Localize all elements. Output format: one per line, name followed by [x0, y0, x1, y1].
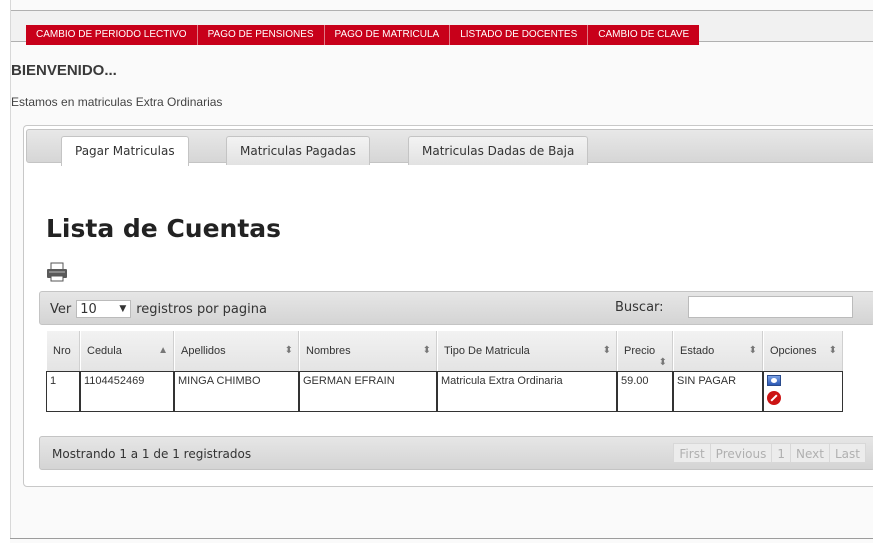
column-header-nombres[interactable]: Nombres ⬍ [299, 331, 437, 371]
tab-pagar-matriculas[interactable]: Pagar Matriculas [61, 136, 189, 166]
sort-both-icon: ⬍ [422, 345, 431, 356]
pager-first-button[interactable]: First [673, 443, 711, 463]
cell-nombres: GERMAN EFRAIN [299, 371, 437, 412]
column-header-apellidos[interactable]: Apellidos ⬍ [174, 331, 299, 371]
bottom-divider [10, 538, 873, 543]
page-length-control: Ver 10 ▼ registros por pagina [50, 300, 267, 318]
cell-tipo: Matricula Extra Ordinaria [437, 371, 617, 412]
table-toolbar: Ver 10 ▼ registros por pagina Buscar: [39, 291, 873, 325]
page-heading: Lista de Cuentas [46, 214, 282, 243]
cell-opciones [763, 371, 843, 412]
cell-estado: SIN PAGAR [673, 371, 763, 412]
column-header-tipo[interactable]: Tipo De Matricula ⬍ [437, 331, 617, 371]
pager-previous-button[interactable]: Previous [709, 443, 773, 463]
search-label: Buscar: [615, 300, 664, 315]
sort-ascending-icon: ▲ [158, 345, 168, 356]
pager-next-button[interactable]: Next [790, 443, 830, 463]
page-length-value: 10 [80, 301, 97, 317]
sort-both-icon: ⬍ [828, 345, 837, 356]
column-header-precio[interactable]: Precio ⬍ [617, 331, 673, 371]
view-icon[interactable] [767, 375, 781, 386]
printer-icon[interactable] [46, 261, 68, 283]
welcome-title: BIENVENIDO... [11, 62, 117, 79]
cell-cedula: 1104452469 [80, 371, 174, 412]
accounts-table: Nro Cedula ▲ Apellidos ⬍ Nombres ⬍ Tipo De … [46, 331, 843, 412]
cell-nro: 1 [46, 371, 80, 412]
sort-both-icon: ⬍ [748, 345, 757, 356]
column-header-opciones[interactable]: Opciones ⬍ [763, 331, 843, 371]
menu-item-cambio-clave[interactable]: CAMBIO DE CLAVE [588, 25, 699, 45]
pager-last-button[interactable]: Last [829, 443, 866, 463]
table-header-row: Nro Cedula ▲ Apellidos ⬍ Nombres ⬍ Tipo De … [46, 331, 843, 371]
sort-both-icon: ⬍ [284, 345, 293, 356]
length-prefix-label: Ver [50, 301, 72, 317]
tab-bar: Pagar Matriculas Matriculas Pagadas Matr… [26, 129, 873, 166]
chevron-down-icon: ▼ [119, 304, 127, 314]
table-row: 1 1104452469 MINGA CHIMBO GERMAN EFRAIN … [46, 371, 843, 412]
welcome-subtitle: Estamos en matriculas Extra Ordinarias [11, 95, 223, 109]
cell-precio: 59.00 [617, 371, 673, 412]
sort-both-icon: ⬍ [602, 345, 611, 356]
tab-matriculas-dadas-de-baja[interactable]: Matriculas Dadas de Baja [408, 136, 589, 165]
cell-apellidos: MINGA CHIMBO [174, 371, 299, 412]
menu-item-pago-pensiones[interactable]: PAGO DE PENSIONES [198, 25, 325, 45]
column-header-nro[interactable]: Nro [46, 331, 80, 371]
menu-item-cambio-periodo[interactable]: CAMBIO DE PERIODO LECTIVO [26, 25, 198, 45]
sort-both-icon: ⬍ [658, 357, 667, 368]
pagination: First Previous 1 Next Last [673, 443, 866, 463]
page-length-select[interactable]: 10 ▼ [76, 300, 132, 318]
table-footer: Mostrando 1 a 1 de 1 registrados First P… [39, 436, 873, 470]
menu-item-pago-matricula[interactable]: PAGO DE MATRICULA [325, 25, 451, 45]
menu-item-listado-docentes[interactable]: LISTADO DE DOCENTES [450, 25, 589, 45]
pager-page-button[interactable]: 1 [771, 443, 792, 463]
search-input[interactable] [688, 296, 853, 318]
main-menu: CAMBIO DE PERIODO LECTIVO PAGO DE PENSIO… [26, 25, 700, 45]
tabs-panel: Pagar Matriculas Matriculas Pagadas Matr… [23, 125, 873, 487]
delete-icon[interactable] [767, 391, 781, 405]
tab-matriculas-pagadas[interactable]: Matriculas Pagadas [226, 136, 370, 165]
column-header-cedula[interactable]: Cedula ▲ [80, 331, 174, 371]
table-info: Mostrando 1 a 1 de 1 registrados [52, 447, 252, 461]
length-suffix-label: registros por pagina [136, 301, 267, 317]
column-header-estado[interactable]: Estado ⬍ [673, 331, 763, 371]
